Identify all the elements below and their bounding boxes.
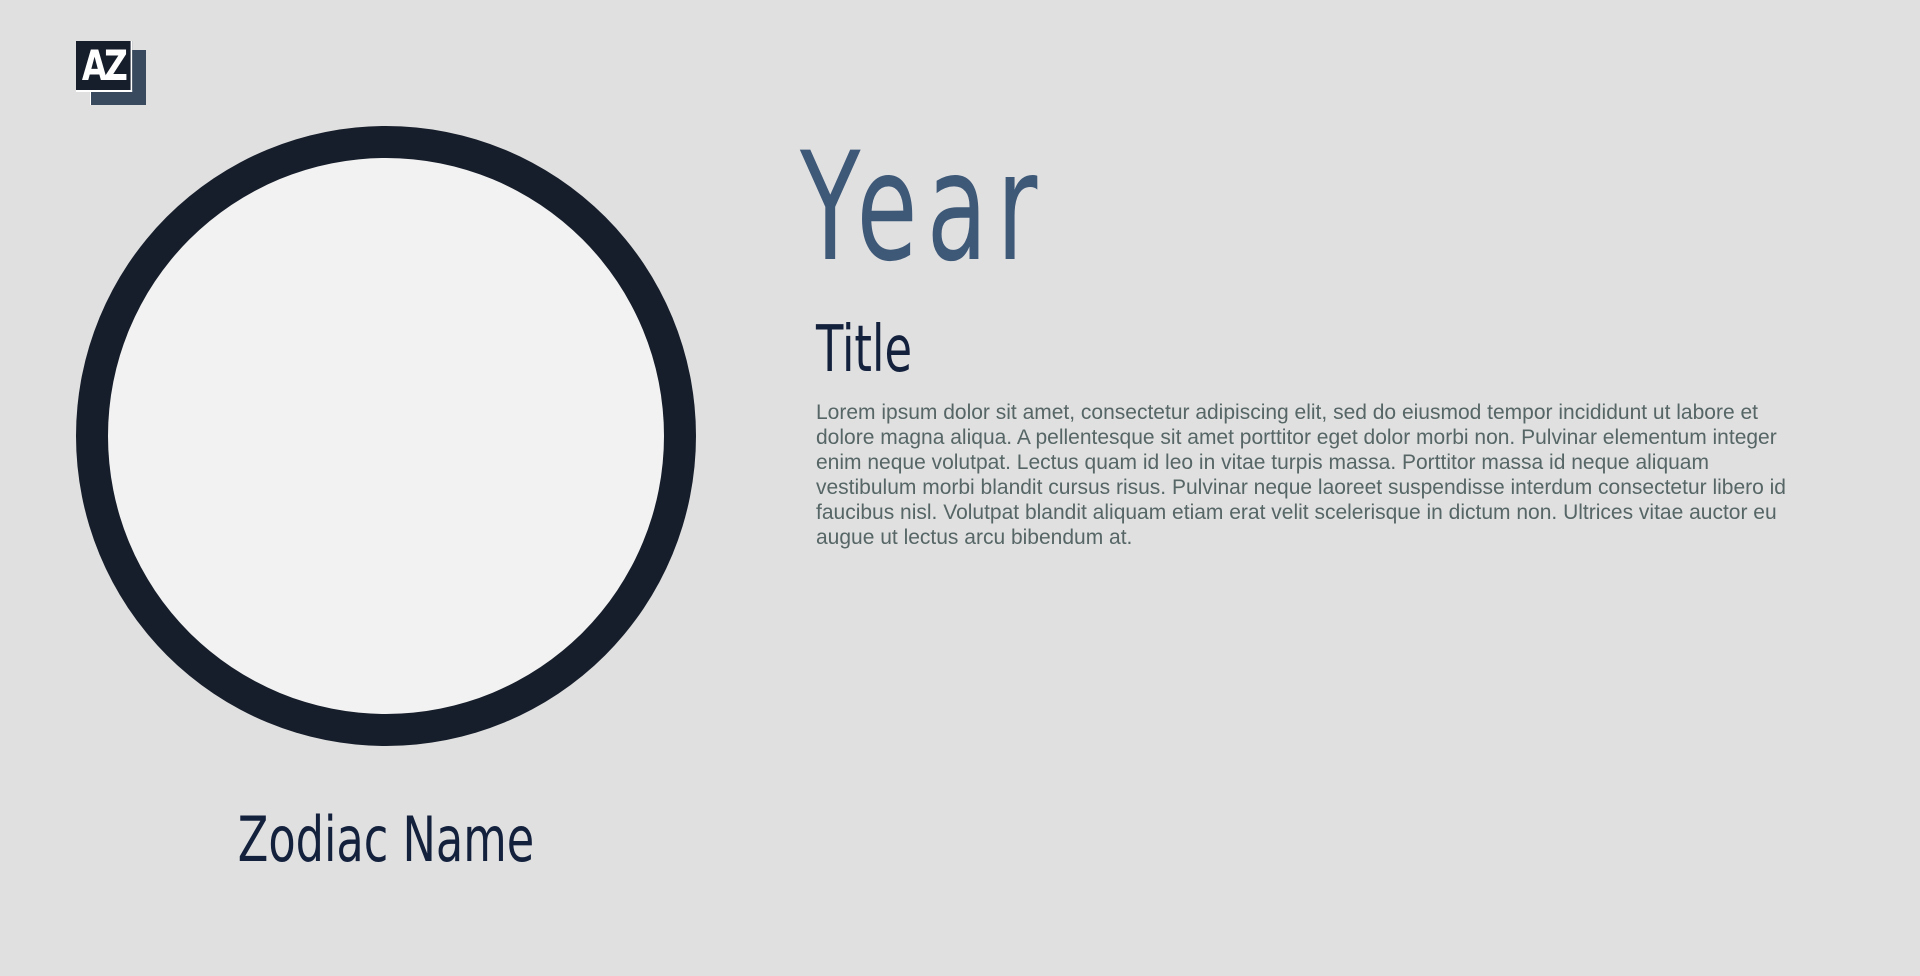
zodiac-image-frame (76, 126, 696, 746)
year-heading: Year (800, 121, 1047, 295)
title-heading: Title (816, 313, 913, 387)
zodiac-image-placeholder (108, 158, 664, 714)
az-logo[interactable]: AZ (76, 41, 148, 108)
logo-text: AZ (76, 41, 133, 92)
zodiac-name: Zodiac Name (237, 803, 535, 876)
body-paragraph: Lorem ipsum dolor sit amet, consectetur … (816, 401, 1786, 549)
